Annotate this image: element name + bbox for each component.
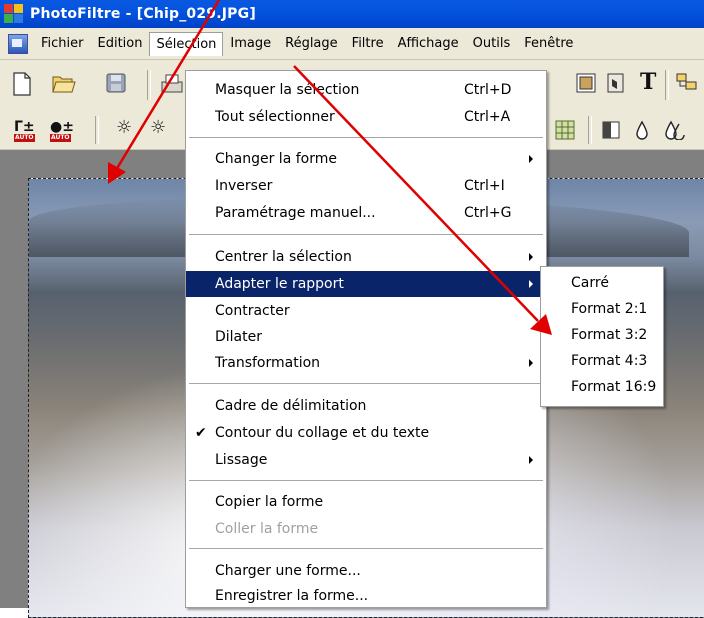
menu-item-centrer-selection[interactable]: Centrer la sélection [186,244,546,270]
menu-item-adapter-rapport[interactable]: Adapter le rapport [186,271,546,297]
grid-icon[interactable] [555,120,575,140]
document-icon[interactable] [8,33,28,54]
menu-item-lissage[interactable]: Lissage [186,447,546,473]
text-tool-icon[interactable]: T [640,69,656,95]
selection-menu: Masquer la sélection Ctrl+D Tout sélecti… [185,70,547,608]
menu-separator [189,480,543,482]
menu-item-enregistrer-forme[interactable]: Enregistrer la forme... [186,583,546,609]
brightness-up-icon[interactable]: ☼ [150,117,166,138]
menu-outils[interactable]: Outils [466,32,518,55]
menu-selection[interactable]: Sélection [149,31,224,56]
menu-bar: Fichier Edition Sélection Image Réglage … [0,28,704,60]
submenu-item-carre[interactable]: Carré [541,270,663,296]
open-folder-icon[interactable] [52,72,76,94]
menu-item-charger-forme[interactable]: Charger une forme... [186,558,546,584]
print-icon[interactable] [160,72,184,96]
layer-tree-icon[interactable] [676,73,698,95]
toolbar-separator [588,116,592,144]
menu-reglage[interactable]: Réglage [278,32,345,55]
menu-item-changer-forme[interactable]: Changer la forme [186,146,546,172]
menu-separator [189,137,543,139]
menu-item-inverser[interactable]: Inverser Ctrl+I [186,173,546,199]
auto-levels-icon[interactable]: Γ± AUTO [14,119,40,143]
menu-item-tout-selectionner[interactable]: Tout sélectionner Ctrl+A [186,104,546,130]
submenu-item-format-3-2[interactable]: Format 3:2 [541,322,663,348]
checkmark-icon: ✔ [195,425,207,441]
toolbar-separator [95,116,99,144]
photofiltre-logo-icon [4,4,24,24]
menu-separator [189,548,543,550]
menu-item-contracter[interactable]: Contracter [186,298,546,324]
ratio-submenu: Carré Format 2:1 Format 3:2 Format 4:3 F… [540,266,664,407]
menu-edition[interactable]: Edition [91,32,150,55]
submenu-arrow-icon [529,359,533,367]
drop-icon[interactable] [635,120,649,140]
toolbar-separator [147,70,151,100]
menu-image[interactable]: Image [223,32,278,55]
menu-item-dilater[interactable]: Dilater [186,324,546,350]
submenu-arrow-icon [529,456,533,464]
menu-fichier[interactable]: Fichier [34,32,91,55]
double-drop-icon[interactable] [664,120,688,140]
window-title: PhotoFiltre - [Chip_029.JPG] [30,6,256,22]
menu-item-copier-forme[interactable]: Copier la forme [186,489,546,515]
new-file-icon[interactable] [12,72,32,96]
menu-item-coller-forme: Coller la forme [215,521,319,537]
menu-separator [189,234,543,236]
save-icon[interactable] [106,73,126,93]
submenu-arrow-icon [529,280,533,288]
menu-item-parametrage-manuel[interactable]: Paramétrage manuel... Ctrl+G [186,200,546,226]
duotone-icon[interactable] [602,121,620,139]
brightness-down-icon[interactable]: ☼ [116,117,132,138]
menu-item-contour-collage-texte[interactable]: ✔ Contour du collage et du texte [186,420,546,446]
submenu-arrow-icon [529,155,533,163]
menu-filtre[interactable]: Filtre [345,32,391,55]
menu-item-cadre-delimitation[interactable]: Cadre de délimitation [186,393,546,419]
submenu-item-format-16-9[interactable]: Format 16:9 [541,374,663,400]
scan-icon[interactable] [576,73,596,93]
menu-affichage[interactable]: Affichage [391,32,466,55]
submenu-item-format-2-1[interactable]: Format 2:1 [541,296,663,322]
menu-separator [189,383,543,385]
auto-contrast-icon[interactable]: ●± AUTO [50,119,76,143]
title-bar: PhotoFiltre - [Chip_029.JPG] [0,0,704,28]
toolbar-separator [665,70,669,100]
menu-fenetre[interactable]: Fenêtre [517,32,580,55]
menu-item-masquer-selection[interactable]: Masquer la sélection Ctrl+D [186,77,546,103]
submenu-item-format-4-3[interactable]: Format 4:3 [541,348,663,374]
menu-item-transformation[interactable]: Transformation [186,350,546,376]
submenu-arrow-icon [529,253,533,261]
exit-door-icon[interactable] [606,73,626,93]
